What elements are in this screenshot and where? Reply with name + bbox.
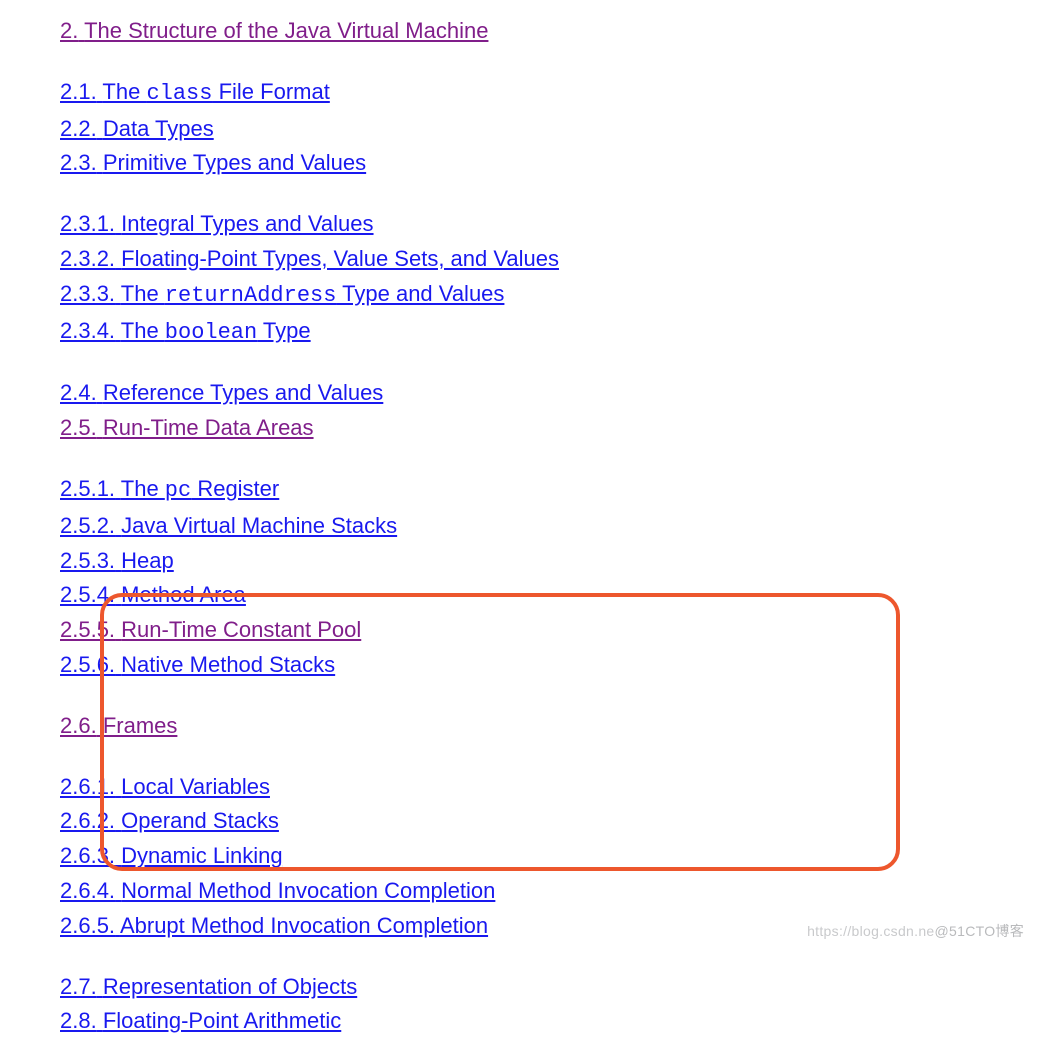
link-2-3-4[interactable]: 2.3.4. The boolean Type <box>60 318 311 343</box>
link-2-8[interactable]: 2.8. Floating-Point Arithmetic <box>60 1008 341 1033</box>
link-2-1[interactable]: 2.1. The class File Format <box>60 79 330 104</box>
link-2-5-5[interactable]: 2.5.5. Run-Time Constant Pool <box>60 617 361 642</box>
link-2-6-4[interactable]: 2.6.4. Normal Method Invocation Completi… <box>60 878 495 903</box>
link-2-5-1[interactable]: 2.5.1. The pc Register <box>60 476 279 501</box>
toc-chapter-2: 2. The Structure of the Java Virtual Mac… <box>60 16 1042 47</box>
link-2-5-2[interactable]: 2.5.2. Java Virtual Machine Stacks <box>60 513 397 538</box>
link-2-6[interactable]: 2.6. Frames <box>60 713 177 738</box>
link-2-5-3[interactable]: 2.5.3. Heap <box>60 548 174 573</box>
link-2-7[interactable]: 2.7. Representation of Objects <box>60 974 357 999</box>
link-2-6-2[interactable]: 2.6.2. Operand Stacks <box>60 808 279 833</box>
link-2-3-3[interactable]: 2.3.3. The returnAddress Type and Values <box>60 281 504 306</box>
link-2-5[interactable]: 2.5. Run-Time Data Areas <box>60 415 314 440</box>
link-2[interactable]: 2. The Structure of the Java Virtual Mac… <box>60 18 488 43</box>
watermark: https://blog.csdn.ne@51CTO博客 <box>807 922 1024 942</box>
link-2-6-5[interactable]: 2.6.5. Abrupt Method Invocation Completi… <box>60 913 488 938</box>
link-2-3[interactable]: 2.3. Primitive Types and Values <box>60 150 366 175</box>
toc-content: 2. The Structure of the Java Virtual Mac… <box>0 0 1042 1037</box>
link-2-3-1[interactable]: 2.3.1. Integral Types and Values <box>60 211 374 236</box>
link-2-3-2[interactable]: 2.3.2. Floating-Point Types, Value Sets,… <box>60 246 559 271</box>
link-2-6-3[interactable]: 2.6.3. Dynamic Linking <box>60 843 283 868</box>
link-2-2[interactable]: 2.2. Data Types <box>60 116 214 141</box>
link-2-4[interactable]: 2.4. Reference Types and Values <box>60 380 383 405</box>
link-2-5-4[interactable]: 2.5.4. Method Area <box>60 582 246 607</box>
link-2-6-1[interactable]: 2.6.1. Local Variables <box>60 774 270 799</box>
link-2-5-6[interactable]: 2.5.6. Native Method Stacks <box>60 652 335 677</box>
